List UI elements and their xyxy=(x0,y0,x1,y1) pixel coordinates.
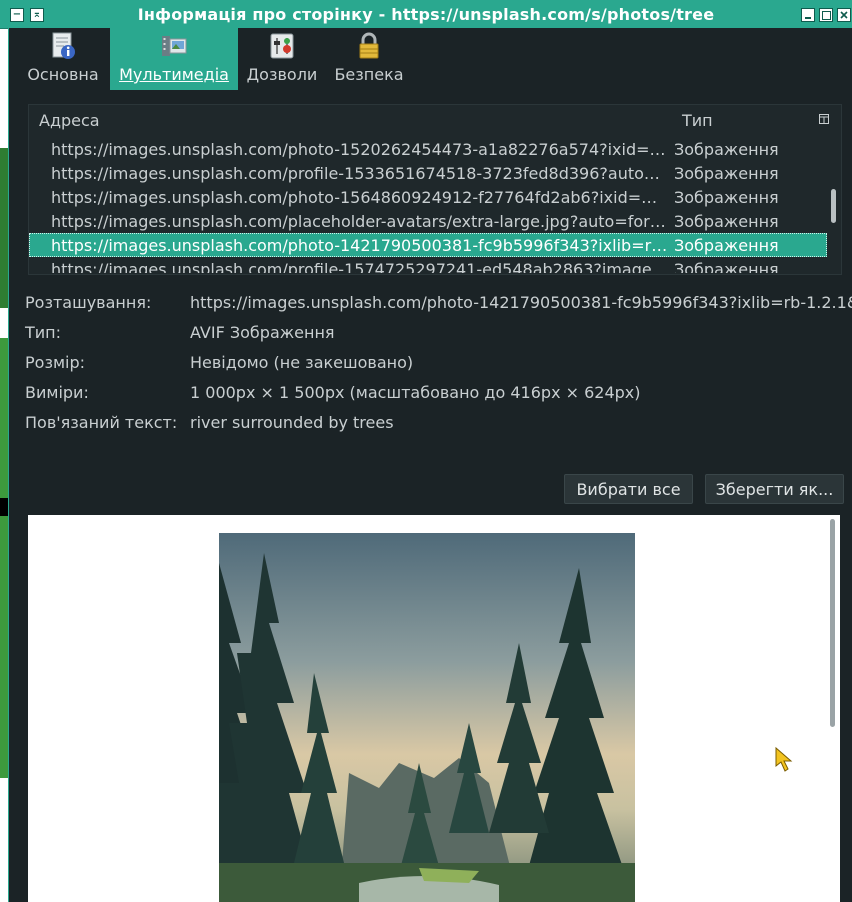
location-label: Розташування: xyxy=(25,293,152,312)
row-type: Зображення xyxy=(674,260,779,273)
background-text-fragment xyxy=(0,498,8,516)
close-button[interactable] xyxy=(837,8,851,22)
title-bar[interactable]: − ⌅ Інформація про сторінку - https://un… xyxy=(0,0,852,29)
table-row-selected[interactable]: https://images.unsplash.com/photo-142179… xyxy=(29,233,827,257)
size-label: Розмір: xyxy=(25,353,86,372)
alt-text-label: Пов'язаний текст: xyxy=(25,413,178,432)
save-as-button[interactable]: Зберегти як... xyxy=(705,474,844,504)
row-url: https://images.unsplash.com/photo-156486… xyxy=(51,188,669,207)
size-value: Невідомо (не закешовано) xyxy=(190,353,414,372)
lock-icon xyxy=(359,32,379,59)
permissions-icon xyxy=(270,33,294,59)
table-header: Адреса Тип xyxy=(29,105,841,133)
table-row[interactable]: https://images.unsplash.com/photo-156486… xyxy=(29,185,827,209)
page-info-window: Основна Мультимедіа Дозволи Безпека Адре… xyxy=(8,28,852,902)
dimensions-value: 1 000px × 1 500px (масштабовано до 416px… xyxy=(190,383,641,402)
row-type: Зображення xyxy=(674,140,779,159)
type-value: AVIF Зображення xyxy=(190,323,335,342)
tab-media[interactable]: Мультимедіа xyxy=(110,28,238,90)
tab-bar: Основна Мультимедіа Дозволи Безпека xyxy=(9,28,852,90)
image-preview-pane[interactable] xyxy=(28,515,840,902)
row-type: Зображення xyxy=(674,236,779,255)
dimensions-label: Виміри: xyxy=(25,383,89,402)
iconify-icon xyxy=(805,17,811,19)
maximize-icon xyxy=(821,10,831,20)
alt-text-value: river surrounded by trees xyxy=(190,413,394,432)
type-label: Тип: xyxy=(25,323,62,342)
table-row[interactable]: https://images.unsplash.com/profile-1533… xyxy=(29,161,827,185)
row-url: https://images.unsplash.com/placeholder-… xyxy=(51,212,666,231)
table-row[interactable]: https://images.unsplash.com/placeholder-… xyxy=(29,209,827,233)
row-type: Зображення xyxy=(674,164,779,183)
table-row[interactable]: https://images.unsplash.com/profile-1574… xyxy=(29,257,827,273)
location-value[interactable]: https://images.unsplash.com/photo-142179… xyxy=(190,293,852,312)
column-header-address[interactable]: Адреса xyxy=(39,111,100,130)
background-image-fragment xyxy=(0,148,8,308)
select-all-button[interactable]: Вибрати все xyxy=(564,474,693,504)
row-url: https://images.unsplash.com/profile-1574… xyxy=(51,260,669,273)
tab-general[interactable]: Основна xyxy=(19,28,107,90)
column-header-type[interactable]: Тип xyxy=(682,111,713,130)
media-list-table[interactable]: Адреса Тип https://images.unsplash.com/p… xyxy=(28,104,842,275)
info-icon xyxy=(52,32,75,59)
tab-permissions[interactable]: Дозволи xyxy=(241,28,323,90)
window-title: Інформація про сторінку - https://unspla… xyxy=(137,5,715,24)
row-url: https://images.unsplash.com/profile-1533… xyxy=(51,164,669,183)
row-url: https://images.unsplash.com/photo-152026… xyxy=(51,140,669,159)
tab-permissions-label: Дозволи xyxy=(246,65,318,84)
tab-security-label: Безпека xyxy=(334,65,404,84)
iconify-button[interactable] xyxy=(801,8,815,22)
column-picker-icon[interactable] xyxy=(819,114,829,124)
row-type: Зображення xyxy=(674,188,779,207)
row-url: https://images.unsplash.com/photo-142179… xyxy=(51,236,669,255)
close-icon xyxy=(840,11,848,19)
tab-media-label: Мультимедіа xyxy=(119,65,229,84)
mouse-cursor-icon xyxy=(775,746,793,772)
table-scrollbar[interactable] xyxy=(831,189,836,223)
row-type: Зображення xyxy=(674,212,779,231)
preview-image xyxy=(219,533,635,902)
media-icon xyxy=(162,36,187,56)
background-window-strip xyxy=(0,28,8,902)
tab-general-label: Основна xyxy=(27,65,99,84)
preview-scrollbar[interactable] xyxy=(830,519,835,727)
background-image-fragment xyxy=(0,338,8,778)
tab-security[interactable]: Безпека xyxy=(327,28,411,90)
table-row[interactable]: https://images.unsplash.com/photo-152026… xyxy=(29,137,827,161)
maximize-button[interactable] xyxy=(819,8,833,22)
